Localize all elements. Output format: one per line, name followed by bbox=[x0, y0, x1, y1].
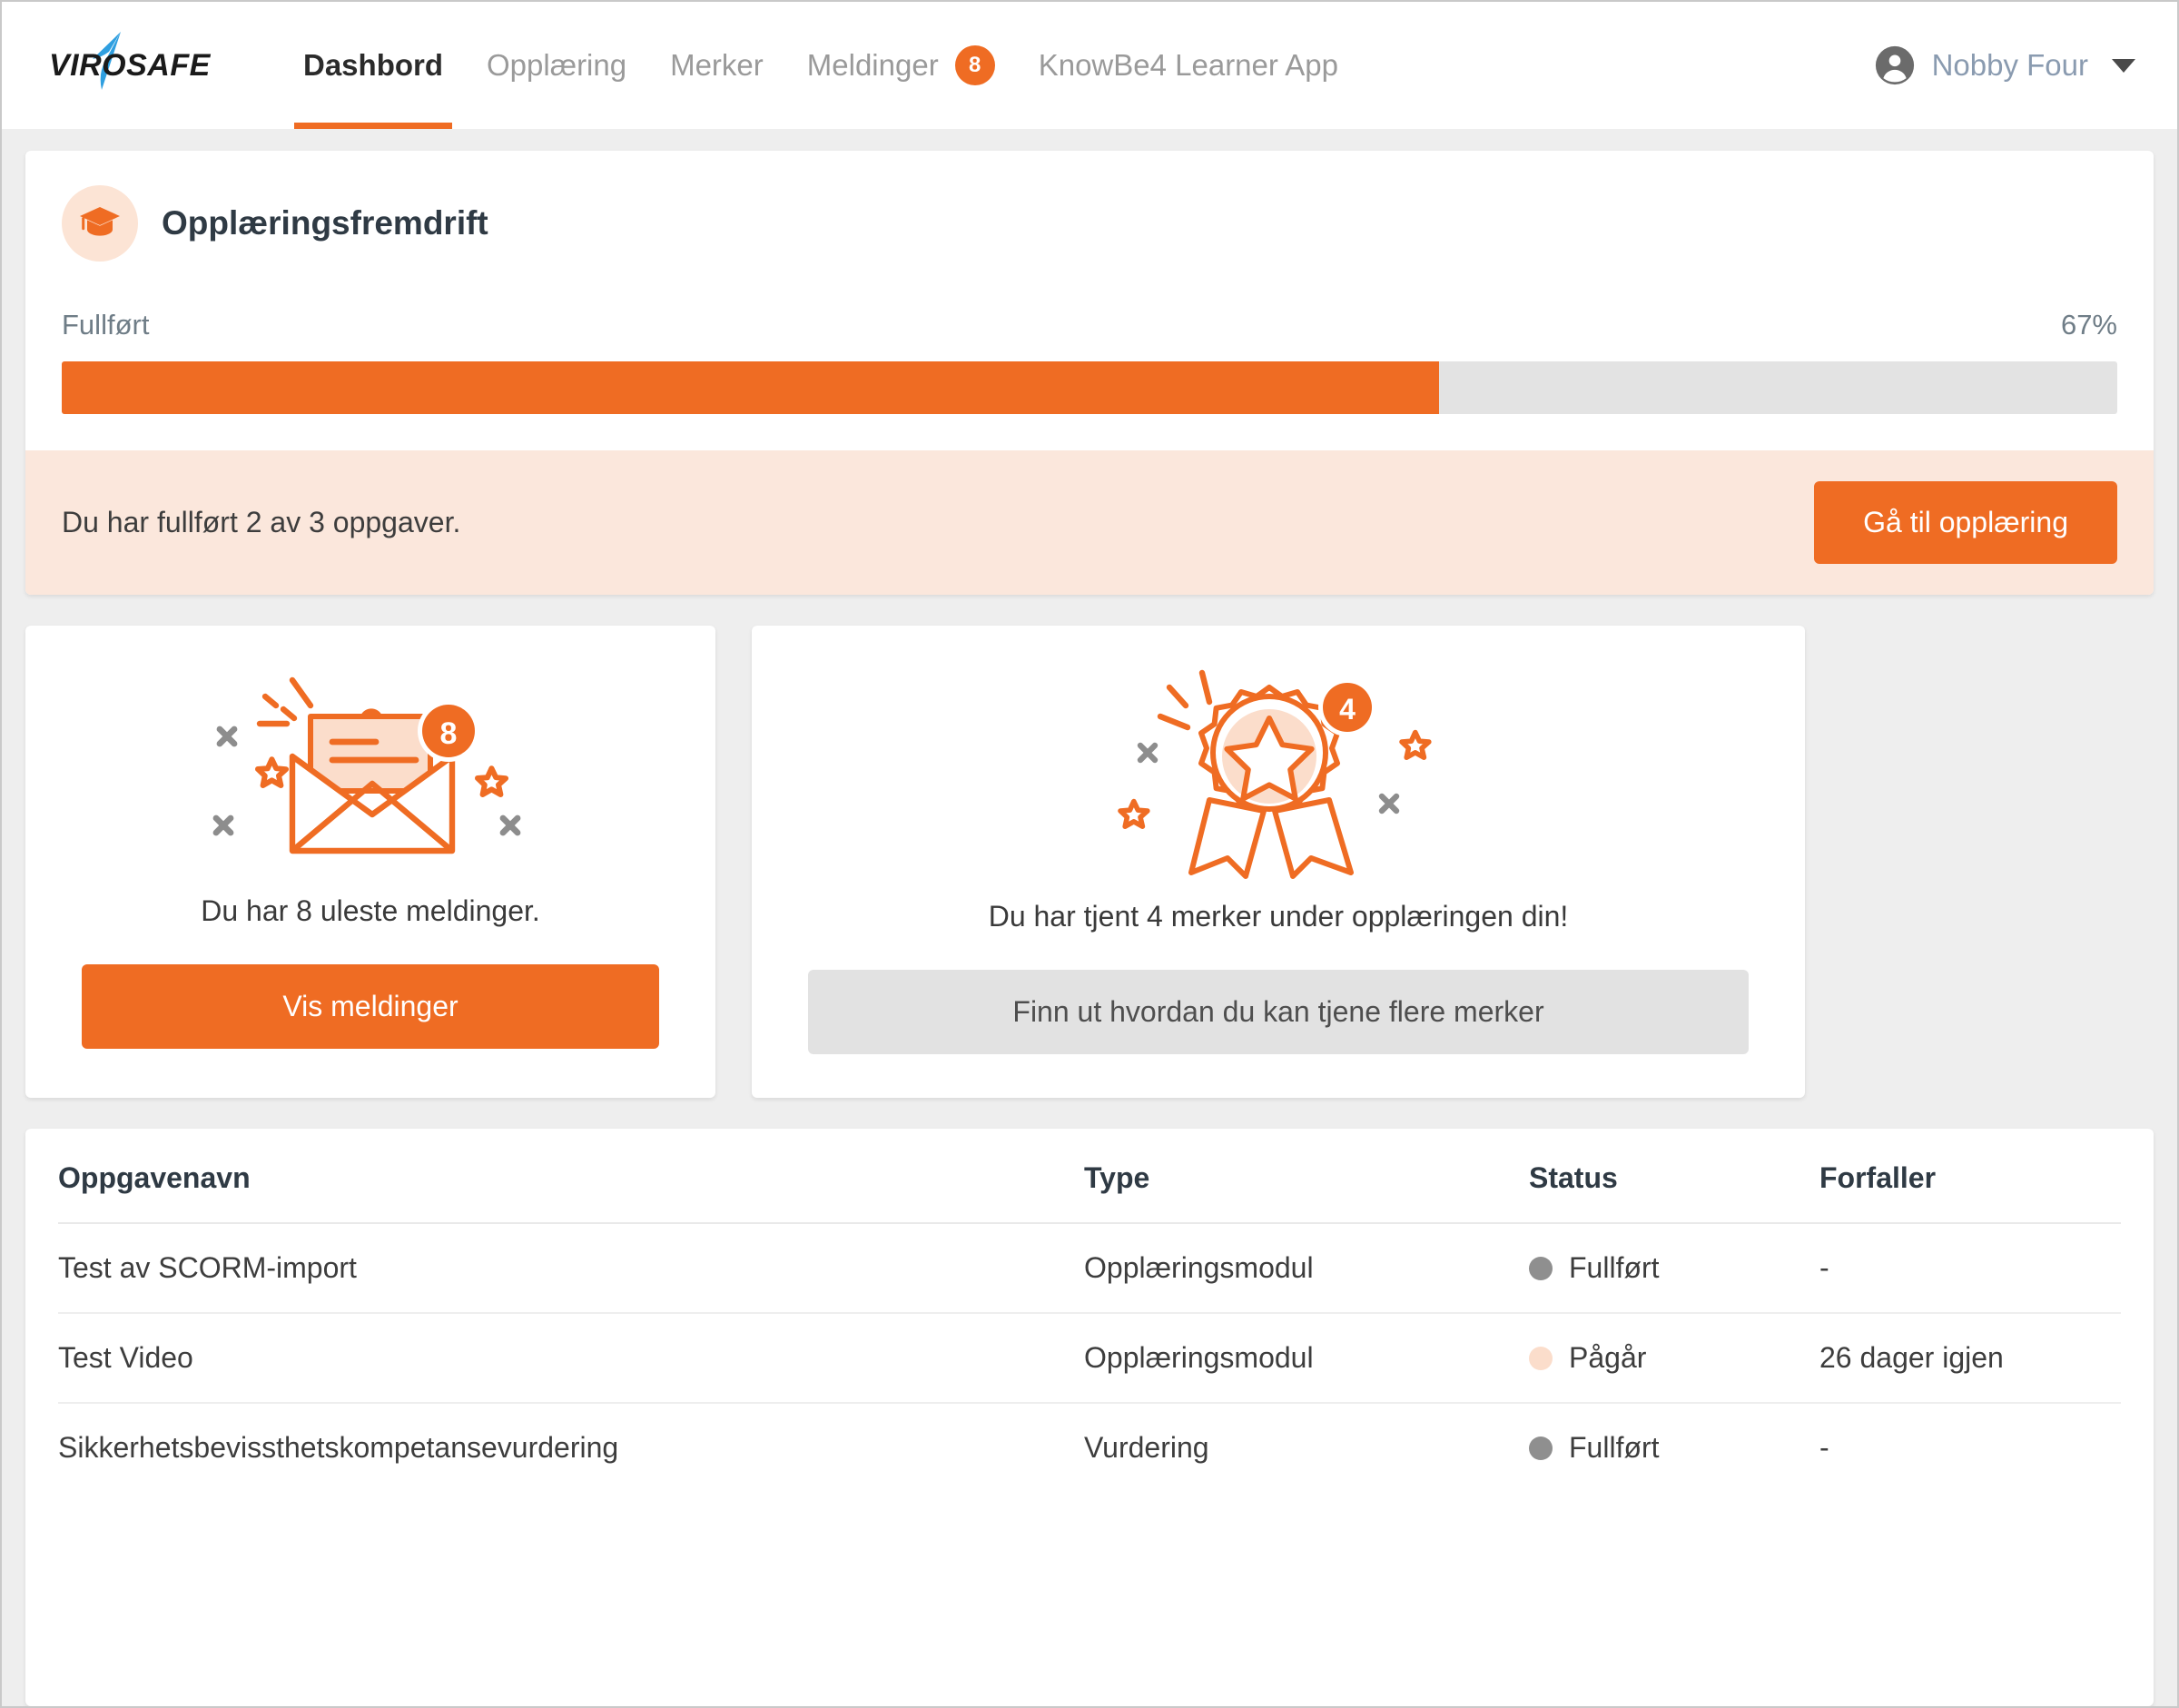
envelope-badge-count: 8 bbox=[440, 716, 458, 751]
graduation-cap-icon bbox=[80, 207, 120, 236]
award-medal-icon: 4 bbox=[1118, 669, 1432, 879]
progress-label: Fullført bbox=[62, 309, 150, 341]
progress-bar-track bbox=[62, 361, 2117, 414]
main-nav: Dashbord Opplæring Merker Meldinger 8 Kn… bbox=[281, 2, 1360, 129]
progress-label-row: Fullført 67% bbox=[62, 309, 2117, 341]
table-row[interactable]: Sikkerhetsbevissthetskompetansevurdering… bbox=[58, 1403, 2121, 1492]
column-header-status[interactable]: Status bbox=[1529, 1129, 1819, 1224]
progress-card-title: Opplæringsfremdrift bbox=[162, 204, 488, 242]
column-header-type[interactable]: Type bbox=[1084, 1129, 1529, 1224]
view-messages-button[interactable]: Vis meldinger bbox=[82, 964, 659, 1049]
learn-more-badges-button[interactable]: Finn ut hvordan du kan tjene flere merke… bbox=[808, 970, 1749, 1054]
progress-bar-fill bbox=[62, 361, 1439, 414]
progress-card-body: Opplæringsfremdrift Fullført 67% bbox=[25, 151, 2154, 450]
status-label: Fullført bbox=[1569, 1431, 1660, 1464]
open-envelope-icon: 8 bbox=[212, 676, 521, 854]
badge-count-label: 4 bbox=[1339, 693, 1356, 726]
cell-assignment-status: Fullført bbox=[1529, 1403, 1819, 1492]
nav-label: Meldinger bbox=[806, 48, 939, 82]
user-name-label: Nobby Four bbox=[1931, 48, 2088, 82]
table-row[interactable]: Test Video Opplæringsmodul Pågår 26 dage… bbox=[58, 1313, 2121, 1404]
account-circle-icon bbox=[1875, 45, 1914, 85]
go-to-training-button[interactable]: Gå til opplæring bbox=[1814, 481, 2117, 564]
nav-label: Dashbord bbox=[303, 48, 444, 82]
main-content: Opplæringsfremdrift Fullført 67% Du har … bbox=[2, 129, 2177, 1706]
nav-label: Merker bbox=[670, 48, 764, 82]
top-navigation-bar: VIROSAFE Dashbord Opplæring Merker Meldi… bbox=[2, 2, 2177, 129]
unread-messages-card: 8 Du har 8 uleste meldinger. Vis melding… bbox=[25, 626, 715, 1098]
progress-percent: 67% bbox=[2060, 309, 2117, 341]
cell-assignment-name: Test Video bbox=[58, 1313, 1084, 1404]
status-dot bbox=[1529, 1346, 1553, 1370]
progress-alert-banner: Du har fullført 2 av 3 oppgaver. Gå til … bbox=[25, 450, 2154, 595]
cell-assignment-type: Opplæringsmodul bbox=[1084, 1313, 1529, 1404]
cell-assignment-status: Fullført bbox=[1529, 1223, 1819, 1314]
status-label: Pågår bbox=[1569, 1341, 1647, 1374]
nav-item-dashbord[interactable]: Dashbord bbox=[281, 2, 465, 129]
cell-assignment-due: - bbox=[1819, 1223, 2121, 1314]
status-label: Fullført bbox=[1569, 1251, 1660, 1284]
assignments-table-card: Oppgavenavn Type Status Forfaller Test a… bbox=[25, 1129, 2154, 1706]
earned-badges-text: Du har tjent 4 merker under opplæringen … bbox=[988, 900, 1569, 933]
cell-assignment-type: Opplæringsmodul bbox=[1084, 1223, 1529, 1314]
training-progress-card: Opplæringsfremdrift Fullført 67% Du har … bbox=[25, 151, 2154, 595]
svg-text:VIROSAFE: VIROSAFE bbox=[49, 48, 212, 83]
status-dot bbox=[1529, 1436, 1553, 1460]
progress-card-header: Opplæringsfremdrift bbox=[62, 185, 2117, 262]
cell-assignment-name: Sikkerhetsbevissthetskompetansevurdering bbox=[58, 1431, 619, 1464]
user-menu[interactable]: Nobby Four bbox=[1874, 44, 2144, 86]
chevron-down-icon[interactable] bbox=[2112, 58, 2135, 73]
summary-cards-row: 8 Du har 8 uleste meldinger. Vis melding… bbox=[25, 626, 2154, 1098]
nav-item-knowbe4-learner-app[interactable]: KnowBe4 Learner App bbox=[1017, 2, 1360, 129]
nav-item-meldinger[interactable]: Meldinger 8 bbox=[785, 2, 1017, 129]
column-header-due[interactable]: Forfaller bbox=[1819, 1129, 2121, 1224]
column-header-name[interactable]: Oppgavenavn bbox=[58, 1129, 1084, 1224]
alert-message: Du har fullført 2 av 3 oppgaver. bbox=[62, 506, 461, 538]
app-window: VIROSAFE Dashbord Opplæring Merker Meldi… bbox=[0, 0, 2179, 1708]
cell-assignment-status: Pågår bbox=[1529, 1313, 1819, 1404]
unread-messages-text: Du har 8 uleste meldinger. bbox=[201, 894, 540, 927]
cell-assignment-type: Vurdering bbox=[1084, 1431, 1209, 1464]
virosafe-logo[interactable]: VIROSAFE bbox=[45, 25, 213, 106]
earned-badges-card: 4 Du har tjent 4 merker under opplæringe… bbox=[752, 626, 1805, 1098]
cell-assignment-due: - bbox=[1819, 1431, 1829, 1464]
nav-item-opplaering[interactable]: Opplæring bbox=[465, 2, 648, 129]
status-dot bbox=[1529, 1256, 1553, 1280]
nav-item-merker[interactable]: Merker bbox=[648, 2, 785, 129]
cell-assignment-due: 26 dager igjen bbox=[1819, 1313, 2121, 1404]
nav-label: KnowBe4 Learner App bbox=[1038, 48, 1338, 82]
cell-assignment-name: Test av SCORM-import bbox=[58, 1223, 1084, 1314]
nav-label: Opplæring bbox=[487, 48, 627, 82]
table-header-row: Oppgavenavn Type Status Forfaller bbox=[58, 1129, 2121, 1224]
assignments-table: Oppgavenavn Type Status Forfaller Test a… bbox=[58, 1129, 2121, 1492]
unread-count-badge: 8 bbox=[954, 45, 995, 85]
table-row[interactable]: Test av SCORM-import Opplæringsmodul Ful… bbox=[58, 1223, 2121, 1314]
graduation-cap-icon-wrapper bbox=[62, 185, 138, 262]
